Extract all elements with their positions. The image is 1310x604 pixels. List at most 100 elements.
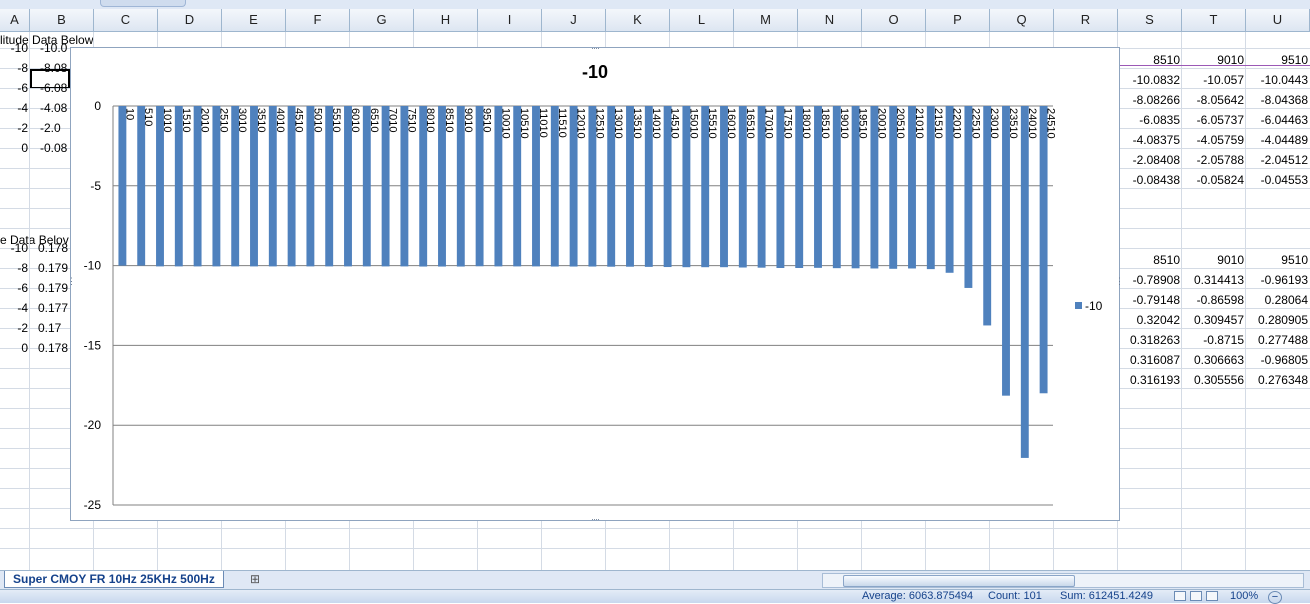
table-cell[interactable]: 0.316087 [1118,350,1180,370]
bar-chart[interactable]: ···· ···· ⋮ ⋮ -10 0 -5 -10 -15 -20 -25 10 510 10… [67,43,1124,524]
table-cell[interactable]: -10.0443 [1246,70,1308,90]
column-header-m[interactable]: M [734,9,798,31]
column-header-i[interactable]: I [478,9,542,31]
column-header-t[interactable]: T [1182,9,1246,31]
table-cell[interactable]: 0.314413 [1182,270,1244,290]
x-tick-label: 1010 [161,108,173,132]
cell-a[interactable]: 0 [0,138,28,158]
zoom-out-icon[interactable]: − [1268,591,1282,604]
cell-a[interactable]: -2 [0,118,28,138]
cell-a[interactable]: -8 [0,258,28,278]
table-cell[interactable]: 0.280905 [1246,310,1308,330]
column-header-b[interactable]: B [30,9,94,31]
table-cell[interactable]: -6.04463 [1246,110,1308,130]
scrollbar-thumb[interactable] [843,575,1075,587]
table-cell[interactable]: -0.08438 [1118,170,1180,190]
x-tick-label: 1510 [180,108,192,132]
column-header-l[interactable]: L [670,9,734,31]
table-header-cell[interactable]: 8510 [1118,50,1180,70]
table-cell[interactable]: 0.309457 [1182,310,1244,330]
table-cell[interactable]: -0.79148 [1118,290,1180,310]
column-header-g[interactable]: G [350,9,414,31]
table-cell[interactable]: -4.04489 [1246,130,1308,150]
table-cell[interactable]: -0.96193 [1246,270,1308,290]
table-cell[interactable]: 0.32042 [1118,310,1180,330]
table-cell[interactable]: -0.78908 [1118,270,1180,290]
column-header-r[interactable]: R [1054,9,1118,31]
table-header-cell[interactable]: 9510 [1246,250,1308,270]
table-cell[interactable]: -0.86598 [1182,290,1244,310]
table-header-cell[interactable]: 9010 [1182,250,1244,270]
x-tick-label: 16010 [725,108,737,139]
horizontal-scrollbar[interactable] [822,573,1304,588]
table-cell[interactable]: -8.04368 [1246,90,1308,110]
chart-plot-area[interactable]: 0-5-10-15-20-2510 510 1010 1510 2010 2510 3010… [71,48,1119,520]
bar [1039,106,1048,394]
x-tick-label: 2510 [217,108,229,132]
column-header-c[interactable]: C [94,9,158,31]
sheet-tab-bar: Super CMOY FR 10Hz 25KHz 500Hz ⊞ [0,570,1310,589]
column-header-s[interactable]: S [1118,9,1182,31]
cell-a[interactable]: -4 [0,98,28,118]
column-header-j[interactable]: J [542,9,606,31]
x-tick-label: 18510 [819,108,831,139]
table-cell[interactable]: 0.305556 [1182,370,1244,390]
table-header-cell[interactable]: 9510 [1246,50,1308,70]
table-cell[interactable]: -6.0835 [1118,110,1180,130]
cell-a[interactable]: -2 [0,318,28,338]
cell-a[interactable]: -10 [0,238,28,258]
y-tick-label: -15 [84,338,102,352]
table-cell[interactable]: -10.057 [1182,70,1244,90]
table-cell[interactable]: -2.04512 [1246,150,1308,170]
cell-a[interactable]: -10 [0,38,28,58]
table-header-cell[interactable]: 9010 [1182,50,1244,70]
cell-a[interactable]: 0 [0,338,28,358]
table-cell[interactable]: -0.05824 [1182,170,1244,190]
column-header-u[interactable]: U [1246,9,1310,31]
column-header-n[interactable]: N [798,9,862,31]
bar [118,106,127,266]
sheet-tab-active[interactable]: Super CMOY FR 10Hz 25KHz 500Hz [4,571,224,588]
insert-sheet-icon[interactable]: ⊞ [246,572,264,586]
table-cell[interactable]: 0.28064 [1246,290,1308,310]
table-cell[interactable]: 0.277488 [1246,330,1308,350]
table-cell[interactable]: 0.306663 [1182,350,1244,370]
column-header-d[interactable]: D [158,9,222,31]
x-tick-label: 9510 [481,108,493,132]
table-cell[interactable]: -0.04553 [1246,170,1308,190]
table-cell[interactable]: -2.05788 [1182,150,1244,170]
table-cell[interactable]: -4.05759 [1182,130,1244,150]
cell-a[interactable]: -8 [0,58,28,78]
table-cell[interactable]: -0.8715 [1182,330,1244,350]
zoom-level[interactable]: 100% [1230,590,1258,603]
column-header-a[interactable]: A [0,9,30,31]
x-tick-label: 22010 [951,108,963,139]
x-tick-label: 8010 [424,108,436,132]
table-cell[interactable]: -4.08375 [1118,130,1180,150]
column-header-o[interactable]: O [862,9,926,31]
table-cell[interactable]: -0.96805 [1246,350,1308,370]
cell-a[interactable]: -6 [0,78,28,98]
cell-a[interactable]: -6 [0,278,28,298]
x-tick-label: 10510 [518,108,530,139]
table-cell[interactable]: 0.316193 [1118,370,1180,390]
cell-a[interactable]: -4 [0,298,28,318]
column-header-q[interactable]: Q [990,9,1054,31]
column-header-f[interactable]: F [286,9,350,31]
table-cell[interactable]: -2.08408 [1118,150,1180,170]
column-header-k[interactable]: K [606,9,670,31]
column-header-e[interactable]: E [222,9,286,31]
page-break-view-icon[interactable] [1206,591,1218,601]
page-layout-view-icon[interactable] [1190,591,1202,601]
table-cell[interactable]: -8.05642 [1182,90,1244,110]
table-cell[interactable]: -6.05737 [1182,110,1244,130]
column-headers: ABCDEFGHIJKLMNOPQRSTU [0,9,1310,32]
table-cell[interactable]: -8.08266 [1118,90,1180,110]
table-header-cell[interactable]: 8510 [1118,250,1180,270]
table-cell[interactable]: -10.0832 [1118,70,1180,90]
normal-view-icon[interactable] [1174,591,1186,601]
column-header-h[interactable]: H [414,9,478,31]
table-cell[interactable]: 0.318263 [1118,330,1180,350]
column-header-p[interactable]: P [926,9,990,31]
table-cell[interactable]: 0.276348 [1246,370,1308,390]
